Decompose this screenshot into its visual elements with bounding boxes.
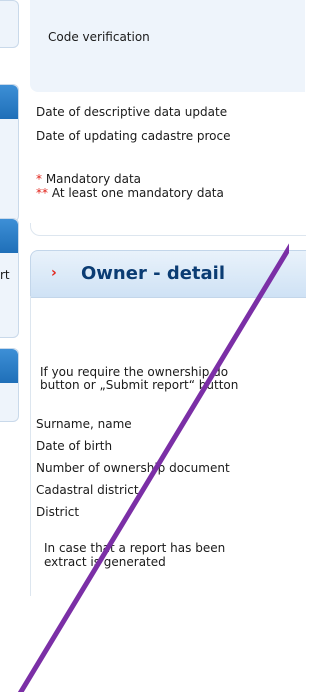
annotation-stroke (17, 243, 289, 692)
annotation-line (17, 243, 289, 692)
